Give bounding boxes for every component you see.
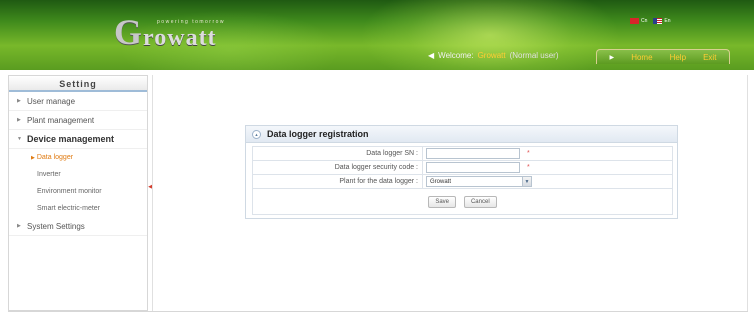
lang-cn-label: Cn	[641, 18, 648, 24]
form-row: Data logger SN : *	[252, 146, 673, 161]
sidebar: Setting ▶ User manage ▶ Plant management…	[8, 75, 148, 311]
nav-arrow-icon: ▶	[609, 54, 615, 61]
plant-select[interactable]: Growatt ▼	[426, 176, 532, 187]
logo-text: rowatt	[143, 25, 217, 51]
sidebar-item-device-management[interactable]: ▼ Device management	[9, 130, 147, 149]
plant-label: Plant for the data logger :	[252, 174, 423, 189]
registration-form: Data logger SN : * Data logger security …	[252, 146, 673, 215]
sidebar-item-user-manage[interactable]: ▶ User manage	[9, 92, 147, 111]
welcome-bar: ◀ Welcome: Growatt (Normal user)	[428, 48, 559, 62]
chevron-down-icon[interactable]: ▼	[522, 177, 531, 186]
sidebar-subitem-label: Data logger	[36, 154, 74, 161]
security-code-label: Data logger security code :	[252, 160, 423, 175]
caret-right-icon: ▶	[17, 98, 21, 104]
uk-flag-icon	[653, 18, 663, 24]
top-nav: ▶ Home Help Exit	[596, 49, 730, 64]
form-row: Plant for the data logger : Growatt ▼	[252, 174, 673, 189]
sidebar-subitem-label: Smart electric-meter	[37, 205, 101, 212]
sidebar-item-label: Device management	[27, 134, 115, 144]
form-button-row: Save Cancel	[252, 188, 673, 215]
datalogger-sn-label: Data logger SN :	[252, 146, 423, 161]
sidebar-item-system-settings[interactable]: ▶ System Settings	[9, 217, 147, 236]
username[interactable]: Growatt	[478, 51, 506, 60]
data-logger-registration-panel: ▲ Data logger registration Data logger S…	[245, 125, 678, 219]
form-field-cell: Growatt ▼	[422, 174, 673, 189]
sidebar-subitem-environment-monitor[interactable]: Environment monitor	[9, 183, 147, 200]
panel-header: ▲ Data logger registration	[246, 126, 677, 143]
china-flag-icon	[630, 18, 639, 24]
required-mark: *	[526, 150, 530, 157]
speaker-icon: ◀	[428, 50, 435, 60]
caret-right-icon: ▶	[17, 117, 21, 123]
security-code-input[interactable]	[426, 162, 520, 173]
button-cell: Save Cancel	[252, 188, 673, 215]
content-divider	[152, 75, 153, 311]
sidebar-subitem-label: Environment monitor	[37, 188, 102, 195]
lang-en-label: En	[664, 18, 671, 24]
sidebar-title: Setting	[9, 76, 147, 92]
lang-cn[interactable]: Cn	[630, 18, 647, 24]
header-banner: G powering tomorrow rowatt Cn En ◀ Welco…	[0, 0, 754, 70]
plant-select-value: Growatt	[430, 178, 452, 185]
caret-down-icon: ▼	[17, 136, 22, 142]
caret-right-icon: ▶	[17, 223, 21, 229]
sidebar-subitem-smart-electric-meter[interactable]: Smart electric-meter	[9, 200, 147, 217]
active-bullet-icon: ▶	[31, 154, 35, 161]
collapse-sidebar-icon[interactable]: ◀	[148, 182, 152, 192]
collapse-panel-icon[interactable]: ▲	[252, 129, 261, 139]
sidebar-item-label: System Settings	[27, 221, 85, 231]
growatt-logo: G powering tomorrow rowatt	[114, 14, 225, 50]
content-frame-bottom	[8, 311, 748, 312]
nav-home[interactable]: Home	[631, 53, 652, 62]
sidebar-item-plant-management[interactable]: ▶ Plant management	[9, 111, 147, 130]
user-role: (Normal user)	[509, 50, 559, 60]
sidebar-subitem-inverter[interactable]: Inverter	[9, 166, 147, 183]
nav-exit[interactable]: Exit	[703, 53, 716, 62]
nav-help[interactable]: Help	[670, 53, 686, 62]
datalogger-sn-input[interactable]	[426, 148, 520, 159]
form-row: Data logger security code : *	[252, 160, 673, 175]
required-mark: *	[526, 164, 530, 171]
lang-en[interactable]: En	[653, 18, 671, 24]
panel-title: Data logger registration	[267, 129, 369, 139]
cancel-button[interactable]: Cancel	[463, 195, 497, 208]
language-switcher: Cn En	[630, 18, 671, 24]
sidebar-item-label: Plant management	[27, 115, 95, 125]
logo-initial: G	[114, 12, 143, 52]
content-frame-right	[747, 75, 748, 311]
sidebar-subitem-label: Inverter	[37, 171, 61, 178]
save-button[interactable]: Save	[428, 195, 457, 208]
sidebar-item-label: User manage	[27, 96, 76, 106]
welcome-label: Welcome:	[438, 50, 474, 60]
form-field-cell: *	[422, 146, 673, 161]
sidebar-subitem-data-logger[interactable]: ▶ Data logger	[9, 149, 147, 166]
form-field-cell: *	[422, 160, 673, 175]
